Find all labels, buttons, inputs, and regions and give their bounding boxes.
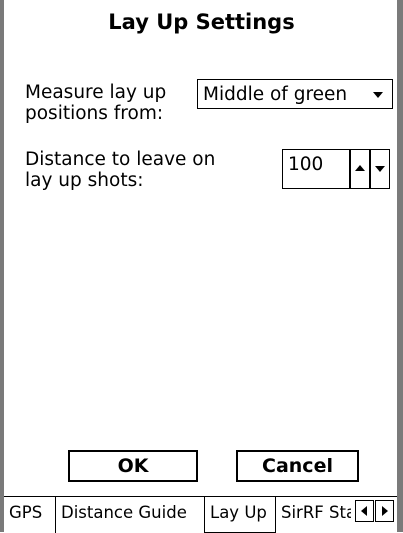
arrow-left-icon <box>361 506 367 516</box>
arrow-right-icon <box>382 506 388 516</box>
distance-label-line2: lay up shots: <box>25 170 144 191</box>
tab-lay-up[interactable]: Lay Up <box>205 497 276 533</box>
arrow-up-icon <box>355 165 365 171</box>
tab-gps[interactable]: GPS <box>4 497 56 533</box>
ok-button[interactable]: OK <box>68 450 198 482</box>
distance-label-line1: Distance to leave on <box>25 149 216 170</box>
tab-bar: GPS Distance Guide Lay Up SirRF Sta <box>4 496 397 533</box>
measure-label-line1: Measure lay up <box>25 82 167 103</box>
distance-value: 100 <box>288 154 324 175</box>
measure-label: Measure lay up positions from: <box>25 82 166 124</box>
tab-scroll-right-button[interactable] <box>375 500 394 522</box>
chevron-down-icon <box>373 92 383 98</box>
measure-from-selected: Middle of green <box>203 84 348 105</box>
page-title: Lay Up Settings <box>108 10 295 34</box>
tab-scroll-left-button[interactable] <box>355 500 374 522</box>
distance-label: Distance to leave on lay up shots: <box>25 149 215 191</box>
tab-sirrf-status[interactable]: SirRF Sta <box>276 497 351 533</box>
measure-label-line2: positions from: <box>25 103 164 124</box>
distance-input[interactable]: 100 <box>282 149 350 189</box>
cancel-button[interactable]: Cancel <box>236 450 359 482</box>
measure-from-dropdown[interactable]: Middle of green <box>197 79 393 109</box>
distance-increment-button[interactable] <box>350 149 370 189</box>
tab-distance-guide[interactable]: Distance Guide <box>56 497 205 533</box>
arrow-down-icon <box>375 166 385 172</box>
distance-decrement-button[interactable] <box>370 149 390 189</box>
